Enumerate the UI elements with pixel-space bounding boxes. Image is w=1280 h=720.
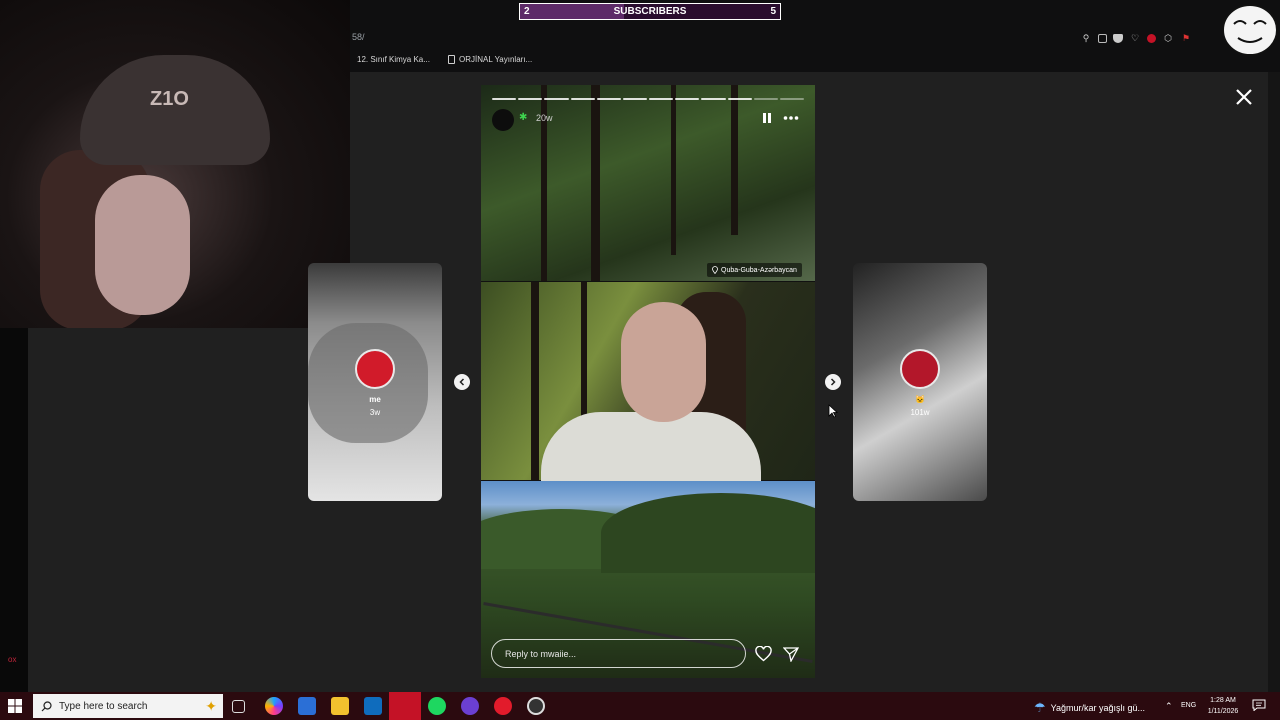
- red-extension-icon[interactable]: [1147, 33, 1156, 43]
- hat-logo-text: Z1O: [150, 88, 189, 110]
- outlook-icon[interactable]: [364, 697, 382, 715]
- preview-avatar: [900, 349, 940, 389]
- bookmark-orjinal[interactable]: ORJİNAL Yayınları...: [448, 55, 532, 64]
- pin-icon[interactable]: ⚲: [1080, 32, 1092, 44]
- progress-segment: [622, 98, 648, 100]
- spotify-icon[interactable]: [428, 697, 446, 715]
- search-placeholder: Type here to search: [59, 700, 148, 712]
- left-dark-strip: [0, 328, 28, 692]
- url-fragment[interactable]: 58/: [352, 32, 365, 42]
- heart-icon[interactable]: [755, 646, 772, 662]
- story-progress-bar: [492, 98, 805, 100]
- heart-extension-icon[interactable]: ♡: [1129, 32, 1141, 44]
- reply-input[interactable]: Reply to mwaiie...: [491, 639, 746, 668]
- app-red-icon[interactable]: [494, 697, 512, 715]
- selfie-face: [621, 302, 706, 422]
- location-pin-icon: [712, 266, 718, 274]
- search-icon: [41, 700, 52, 711]
- location-label: Quba-Guba-Azərbaycan: [721, 266, 797, 274]
- pocket-icon[interactable]: [1113, 33, 1123, 43]
- umbrella-icon: ☂: [1034, 700, 1046, 715]
- story-avatar[interactable]: [492, 109, 514, 131]
- previous-story-preview[interactable]: me 3w: [308, 263, 442, 501]
- sparkle-icon: ✦: [205, 697, 217, 714]
- language-indicator[interactable]: ENG: [1181, 702, 1196, 709]
- pause-icon[interactable]: [762, 112, 772, 124]
- subscriber-goal: 5: [770, 6, 776, 17]
- store-icon[interactable]: [298, 697, 316, 715]
- preview-username: me: [369, 395, 381, 404]
- preview-time: 101w: [910, 408, 930, 417]
- progress-segment: [675, 98, 700, 100]
- corner-text: ox: [8, 655, 17, 664]
- clock-time: 1:28 AM: [1210, 697, 1236, 704]
- selfie-photo: [481, 282, 815, 492]
- location-sticker[interactable]: Quba-Guba-Azərbaycan: [707, 263, 802, 277]
- selfie-shirt: [541, 412, 761, 492]
- send-icon[interactable]: [783, 646, 799, 662]
- subscriber-title: SUBSCRIBERS: [613, 6, 687, 17]
- reply-placeholder: Reply to mwaiie...: [505, 648, 577, 659]
- task-view-icon[interactable]: [232, 700, 245, 713]
- more-options-icon[interactable]: [783, 112, 799, 124]
- bookmark-label: ORJİNAL Yayınları...: [459, 55, 533, 64]
- webcam-overlay: Z1O: [0, 0, 350, 328]
- copilot-icon[interactable]: [265, 697, 283, 715]
- screenshot-icon[interactable]: [1098, 33, 1107, 43]
- extensions-bar: ⚲ ♡ ⬡ ⚑: [1080, 32, 1192, 44]
- close-icon[interactable]: [1233, 86, 1255, 108]
- previous-story-button[interactable]: [454, 374, 470, 390]
- weather-text: Yağmur/kar yağışlı gü...: [1050, 703, 1146, 713]
- weather-widget[interactable]: ☂ Yağmur/kar yağışlı gü...: [1034, 700, 1145, 716]
- taskbar-search-box[interactable]: Type here to search ✦: [33, 694, 223, 718]
- bookmark-kimya[interactable]: 12. Sınıf Kimya Ka...: [357, 55, 430, 64]
- puzzle-icon[interactable]: ⬡: [1162, 32, 1174, 44]
- chevron-up-icon[interactable]: ⌃: [1165, 701, 1173, 712]
- obs-icon[interactable]: [527, 697, 545, 715]
- progress-segment: [649, 98, 674, 100]
- progress-segment: [570, 98, 595, 100]
- story-viewer[interactable]: ✱ 20w Quba-Guba-Azərbaycan Reply to mwai…: [481, 85, 815, 678]
- story-time: 20w: [536, 113, 553, 123]
- clock-date: 1/11/2026: [1207, 708, 1239, 715]
- mouse-cursor-icon: [828, 404, 838, 418]
- preview-avatar: [355, 349, 395, 389]
- preview-emoji: 🐱: [915, 395, 925, 404]
- progress-segment: [753, 98, 778, 100]
- progress-segment: [518, 98, 543, 100]
- screen: 58/ 12. Sınıf Kimya Ka... ORJİNAL Yayınl…: [0, 0, 1280, 720]
- next-story-preview[interactable]: 🐱 101w: [853, 263, 987, 501]
- chevron-left-icon: [459, 378, 465, 386]
- progress-segment: [701, 98, 726, 100]
- webcam-face: [95, 175, 190, 315]
- notification-icon[interactable]: [1252, 699, 1266, 711]
- progress-segment: [727, 98, 752, 100]
- bookmark-label: 12. Sınıf Kimya Ka...: [357, 55, 430, 64]
- progress-segment: [596, 98, 621, 100]
- preview-time: 3w: [369, 408, 381, 417]
- profile-icon[interactable]: ⚑: [1180, 32, 1192, 44]
- windows-start-icon[interactable]: [8, 699, 22, 713]
- file-explorer-icon[interactable]: [331, 697, 349, 715]
- progress-segment: [544, 98, 569, 100]
- subscriber-goal-bar: 2 SUBSCRIBERS 5: [519, 3, 781, 20]
- windows-taskbar: Type here to search ✦ ☂ Yağmur/kar yağış…: [0, 692, 1280, 720]
- close-friends-badge-icon: ✱: [519, 112, 528, 123]
- scrollbar[interactable]: [1268, 72, 1280, 692]
- mascot-sticker-icon: [1222, 4, 1278, 56]
- progress-segment: [492, 98, 517, 100]
- taskbar-clock[interactable]: 1:28 AM 1/11/2026: [1203, 695, 1243, 717]
- progress-segment: [779, 98, 805, 100]
- active-taskbar-app[interactable]: [389, 692, 421, 720]
- next-story-button[interactable]: [825, 374, 841, 390]
- chevron-right-icon: [830, 378, 836, 386]
- document-icon: [448, 55, 455, 64]
- discord-icon[interactable]: [461, 697, 479, 715]
